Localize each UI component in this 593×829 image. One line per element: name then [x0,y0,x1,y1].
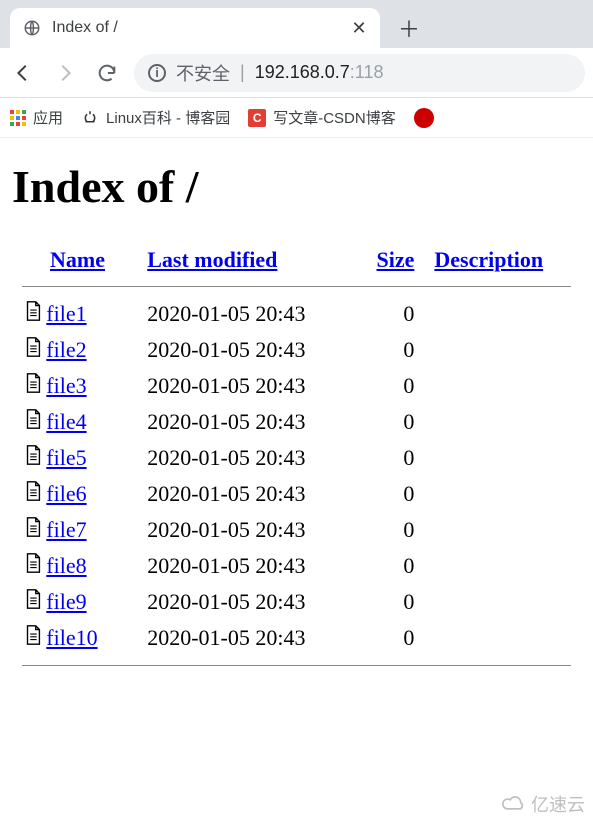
file-link[interactable]: file3 [46,373,86,398]
info-icon[interactable]: i [148,64,166,82]
file-description [424,296,581,332]
forward-button[interactable] [50,58,80,88]
security-label: 不安全 [176,60,230,86]
file-link[interactable]: file7 [46,517,86,542]
file-description [424,548,581,584]
url-host: 192.168.0.7 [255,62,350,82]
file-link[interactable]: file6 [46,481,86,506]
file-icon [12,584,34,620]
bookmarks-bar: 应用 Linux百科 - 博客园 C 写文章-CSDN博客 [0,98,593,138]
redhat-icon [414,108,434,128]
file-link[interactable]: file2 [46,337,86,362]
file-modified: 2020-01-05 20:43 [137,548,354,584]
file-size: 0 [354,512,424,548]
file-size: 0 [354,368,424,404]
file-modified: 2020-01-05 20:43 [137,512,354,548]
file-size: 0 [354,620,424,656]
col-size[interactable]: Size [376,247,414,272]
file-modified: 2020-01-05 20:43 [137,332,354,368]
file-link[interactable]: file9 [46,589,86,614]
csdn-icon: C [248,109,266,127]
file-icon [12,476,34,512]
divider [22,665,571,666]
file-modified: 2020-01-05 20:43 [137,296,354,332]
browser-tab[interactable]: Index of / ✕ [10,8,380,48]
file-description [424,584,581,620]
file-description [424,404,581,440]
omnibox[interactable]: i 不安全 | 192.168.0.7:118 [134,54,585,92]
file-description [424,368,581,404]
table-row: file10 2020-01-05 20:430 [12,620,581,656]
file-size: 0 [354,440,424,476]
back-button[interactable] [8,58,38,88]
linux-label: Linux百科 - 博客园 [106,107,230,128]
separator: | [240,62,245,83]
watermark: 亿速云 [499,791,585,817]
divider [22,286,571,287]
address-bar: i 不安全 | 192.168.0.7:118 [0,48,593,98]
apps-icon [10,110,26,126]
col-modified[interactable]: Last modified [147,247,277,272]
file-description [424,440,581,476]
file-modified: 2020-01-05 20:43 [137,440,354,476]
file-size: 0 [354,404,424,440]
table-row: file6 2020-01-05 20:430 [12,476,581,512]
table-row: file2 2020-01-05 20:430 [12,332,581,368]
globe-icon [22,18,42,38]
table-row: file7 2020-01-05 20:430 [12,512,581,548]
apps-label: 应用 [33,107,63,128]
file-icon [12,404,34,440]
file-icon [12,368,34,404]
file-link[interactable]: file10 [46,625,97,650]
file-icon [12,440,34,476]
table-row: file3 2020-01-05 20:430 [12,368,581,404]
file-modified: 2020-01-05 20:43 [137,404,354,440]
table-row: file5 2020-01-05 20:430 [12,440,581,476]
file-link[interactable]: file5 [46,445,86,470]
file-icon [12,296,34,332]
col-name[interactable]: Name [50,247,105,272]
table-row: file4 2020-01-05 20:430 [12,404,581,440]
file-icon [12,620,34,656]
file-modified: 2020-01-05 20:43 [137,476,354,512]
file-link[interactable]: file1 [46,301,86,326]
linux-icon [81,109,99,127]
linux-bookmark[interactable]: Linux百科 - 博客园 [81,107,230,128]
file-size: 0 [354,584,424,620]
apps-bookmark[interactable]: 应用 [10,107,63,128]
url-port: :118 [350,62,384,82]
table-row: file8 2020-01-05 20:430 [12,548,581,584]
file-icon [12,512,34,548]
tab-bar: Index of / ✕ ＋ [0,0,593,48]
csdn-bookmark[interactable]: C 写文章-CSDN博客 [248,107,396,128]
directory-listing: Name Last modified Size Description file… [12,243,581,675]
file-icon [12,548,34,584]
file-description [424,620,581,656]
tab-title: Index of / [52,19,340,37]
table-row: file9 2020-01-05 20:430 [12,584,581,620]
file-icon [12,332,34,368]
file-modified: 2020-01-05 20:43 [137,584,354,620]
csdn-label: 写文章-CSDN博客 [273,107,396,128]
page-content: Index of / Name Last modified Size Descr… [0,138,593,687]
file-modified: 2020-01-05 20:43 [137,368,354,404]
page-title: Index of / [12,160,581,213]
file-description [424,476,581,512]
file-link[interactable]: file4 [46,409,86,434]
file-size: 0 [354,332,424,368]
file-size: 0 [354,548,424,584]
table-row: file1 2020-01-05 20:430 [12,296,581,332]
file-modified: 2020-01-05 20:43 [137,620,354,656]
col-description[interactable]: Description [434,247,543,272]
new-tab-button[interactable]: ＋ [394,13,424,43]
file-size: 0 [354,476,424,512]
close-tab-icon[interactable]: ✕ [350,19,368,37]
file-description [424,332,581,368]
file-size: 0 [354,296,424,332]
file-link[interactable]: file8 [46,553,86,578]
redhat-bookmark[interactable] [414,108,434,128]
file-description [424,512,581,548]
reload-button[interactable] [92,58,122,88]
